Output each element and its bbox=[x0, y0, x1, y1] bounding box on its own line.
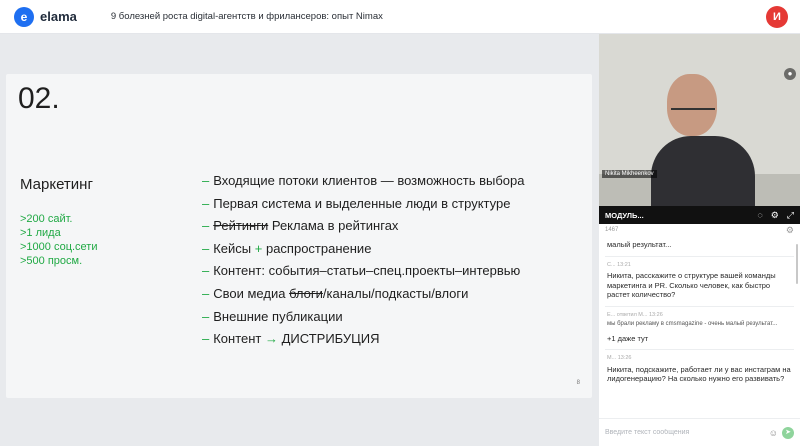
send-icon[interactable]: ➤ bbox=[782, 426, 794, 439]
dash-marker: – bbox=[202, 263, 210, 279]
bullet-item: – Внешние публикации bbox=[202, 308, 343, 324]
expand-icon[interactable]: ⤢ bbox=[787, 210, 794, 221]
chat-feed[interactable]: 1467 ⚙ малый результат... С... 13:21 Ник… bbox=[599, 224, 800, 418]
stat-item: >1 лида bbox=[20, 227, 61, 239]
divider bbox=[605, 349, 794, 350]
bullet-item: – Кейсы + распространение bbox=[202, 240, 372, 256]
speaker-name: Nikita Mikheenkov bbox=[602, 170, 657, 178]
video-toolbar: МОДУЛЬ... ◌ ⚙ ⤢ bbox=[599, 206, 800, 224]
chat-message: М... 13:26 Никита, подскажите, работает … bbox=[607, 355, 791, 383]
chat-message: Е... ответил М... 13:26 мы брали рекламу… bbox=[607, 311, 778, 343]
slide-page-number: 8 bbox=[576, 380, 580, 386]
elama-logo-icon: e bbox=[14, 6, 34, 27]
dash-marker: – bbox=[202, 218, 210, 234]
stat-item: >1000 соц.сети bbox=[20, 241, 98, 253]
logo[interactable]: e elama bbox=[14, 6, 77, 27]
webinar-title: 9 болезней роста digital-агентств и фрил… bbox=[110, 11, 383, 22]
chat-settings-icon[interactable]: ⚙ bbox=[786, 225, 794, 236]
dash-marker: – bbox=[202, 285, 210, 301]
top-bar: e elama 9 болезней роста digital-агентст… bbox=[0, 0, 800, 34]
bullet-item: – Свои медиа блоги/каналы/подкасты/влоги bbox=[202, 285, 469, 301]
dash-marker: – bbox=[202, 195, 210, 211]
bullet-item: – Контент: события–статьи–спец.проекты–ин… bbox=[202, 263, 521, 279]
stat-item: >500 просм. bbox=[20, 255, 83, 267]
bullet-item: – Контент → ДИСТРИБУЦИЯ bbox=[202, 331, 380, 347]
video-options-icon[interactable]: ● bbox=[784, 68, 796, 80]
logo-text: elama bbox=[40, 9, 77, 24]
module-label[interactable]: МОДУЛЬ... bbox=[605, 211, 749, 220]
message-input[interactable] bbox=[605, 429, 766, 436]
chat-scrollbar[interactable] bbox=[796, 244, 798, 284]
chat-header: 1467 ⚙ bbox=[599, 224, 800, 236]
stats-list: >200 сайт. >1 лида >1000 соц.сети >500 п… bbox=[20, 212, 97, 268]
side-panel: ● Nikita Mikheenkov МОДУЛЬ... ◌ ⚙ ⤢ 1467… bbox=[599, 34, 800, 446]
participant-count: 1467 bbox=[605, 227, 619, 233]
divider bbox=[605, 305, 794, 307]
speaker-head bbox=[667, 74, 717, 136]
dash-marker: – bbox=[202, 308, 210, 324]
chat-message: С... 13:21 Никита, расскажите о структур… bbox=[607, 261, 776, 300]
user-avatar[interactable]: И bbox=[766, 6, 788, 28]
divider bbox=[605, 255, 794, 257]
slide: 02. Маркетинг >200 сайт. >1 лида >1000 с… bbox=[6, 74, 592, 398]
dash-marker: – bbox=[202, 240, 210, 256]
bullet-item: – Первая система и выделенные люди в стру… bbox=[202, 195, 511, 211]
presentation-stage: 02. Маркетинг >200 сайт. >1 лида >1000 с… bbox=[0, 34, 599, 446]
chat-icon[interactable]: ◌ bbox=[757, 210, 762, 220]
stat-item: >200 сайт. bbox=[20, 213, 73, 225]
settings-icon[interactable]: ⚙ bbox=[771, 210, 779, 221]
slide-section-title: Маркетинг bbox=[20, 176, 93, 193]
bullet-list: – Входящие потоки клиентов — возможность … bbox=[202, 172, 524, 353]
chat-message: малый результат... bbox=[607, 240, 672, 249]
slide-number: 02. bbox=[18, 82, 60, 115]
bullet-item: – Входящие потоки клиентов — возможность … bbox=[202, 173, 525, 188]
dash-marker: – bbox=[202, 173, 210, 188]
emoji-icon[interactable]: ☺ bbox=[769, 428, 778, 438]
dash-marker: – bbox=[202, 331, 210, 347]
chat-composer: ☺ ➤ bbox=[599, 418, 800, 446]
bullet-item: – Рейтинги Реклама в рейтингах bbox=[202, 218, 399, 234]
speaker-video[interactable]: ● Nikita Mikheenkov МОДУЛЬ... ◌ ⚙ ⤢ bbox=[599, 34, 800, 224]
speaker-glasses bbox=[671, 108, 715, 116]
